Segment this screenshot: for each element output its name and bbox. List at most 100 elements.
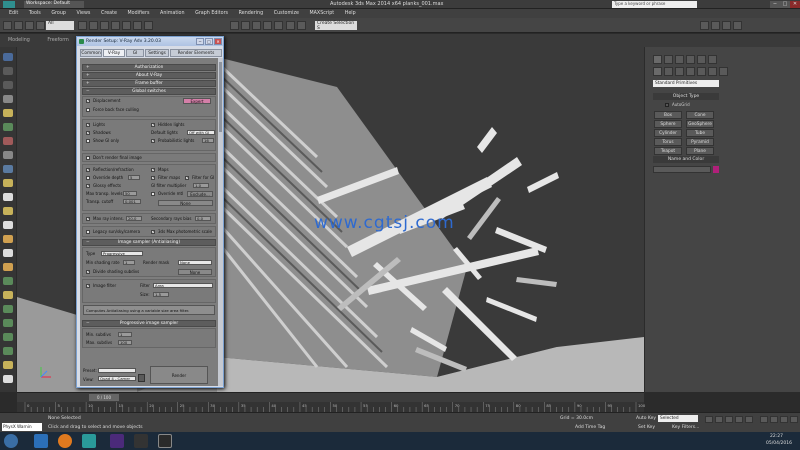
geosphere-button[interactable]: GeoSphere bbox=[686, 120, 714, 128]
go-to-end-icon[interactable] bbox=[745, 416, 753, 423]
menu-help[interactable]: Help bbox=[345, 9, 356, 18]
maximize-button[interactable]: □ bbox=[780, 1, 790, 8]
cylinder-button[interactable]: Cylinder bbox=[654, 129, 682, 137]
search-input[interactable]: Type a keyword or phrase bbox=[612, 1, 697, 8]
probabilistic-lights-checkbox[interactable]: ✓ bbox=[151, 139, 155, 143]
select-icon[interactable] bbox=[78, 21, 87, 30]
rect-select-icon[interactable] bbox=[100, 21, 109, 30]
tool-icon[interactable] bbox=[3, 151, 13, 159]
camtasia-icon[interactable] bbox=[134, 434, 148, 448]
max-ray-intens-spinner[interactable]: 20.0 bbox=[126, 216, 142, 221]
lock-icon[interactable] bbox=[138, 374, 145, 382]
app-icon[interactable] bbox=[3, 1, 15, 8]
render-mask-none-button[interactable]: None bbox=[178, 269, 212, 275]
image-filter-checkbox[interactable]: ✓ bbox=[86, 284, 90, 288]
angle-snap-icon[interactable] bbox=[241, 21, 250, 30]
lights-checkbox[interactable]: ✓ bbox=[86, 123, 90, 127]
default-lights-dropdown[interactable]: Off with GI bbox=[187, 130, 215, 135]
tool-icon[interactable] bbox=[3, 67, 13, 75]
secondary-rays-bias-spinner[interactable]: 0.0 bbox=[195, 216, 211, 221]
preset-dropdown[interactable] bbox=[98, 368, 136, 373]
tool-icon[interactable] bbox=[3, 291, 13, 299]
render-mask-dropdown[interactable]: None bbox=[178, 260, 212, 265]
dont-render-final-checkbox[interactable] bbox=[86, 156, 90, 160]
override-depth-checkbox[interactable] bbox=[86, 176, 90, 180]
tab-render-elements[interactable]: Render Elements bbox=[170, 49, 222, 57]
expert-button[interactable]: Expert bbox=[183, 98, 211, 104]
max-subdivs-spinner[interactable]: 100 bbox=[118, 340, 132, 345]
primitives-dropdown[interactable]: Standard Primitives bbox=[653, 80, 719, 87]
start-icon[interactable] bbox=[4, 434, 18, 448]
zoom-icon[interactable] bbox=[760, 416, 768, 423]
spacewarps-icon[interactable] bbox=[708, 67, 717, 76]
menu-modifiers[interactable]: Modifiers bbox=[128, 9, 150, 18]
tool-icon[interactable] bbox=[3, 137, 13, 145]
tool-icon[interactable] bbox=[3, 221, 13, 229]
filter-size-spinner[interactable]: 1.5 bbox=[153, 292, 169, 297]
tool-icon[interactable] bbox=[3, 333, 13, 341]
after-effects-icon[interactable] bbox=[110, 434, 124, 448]
teapot-button[interactable]: Teapot bbox=[654, 147, 682, 155]
time-slider[interactable]: 0 / 100 bbox=[17, 392, 644, 402]
view-dropdown[interactable]: Quad 4 - Camer bbox=[98, 376, 136, 381]
scale-icon[interactable] bbox=[144, 21, 153, 30]
tool-icon[interactable] bbox=[3, 235, 13, 243]
sphere-button[interactable]: Sphere bbox=[654, 120, 682, 128]
workspace-dropdown[interactable]: Workspace: Default bbox=[24, 1, 84, 8]
filter-type-dropdown[interactable]: Area bbox=[153, 283, 213, 288]
shadows-checkbox[interactable]: ✓ bbox=[86, 131, 90, 135]
filter-for-gi-checkbox[interactable]: ✓ bbox=[185, 176, 189, 180]
orbit-icon[interactable] bbox=[780, 416, 788, 423]
tab-vray[interactable]: V-Ray bbox=[103, 49, 125, 57]
tube-button[interactable]: Tube bbox=[686, 129, 714, 137]
display-tab-icon[interactable] bbox=[697, 55, 706, 64]
min-shading-rate-spinner[interactable]: 1 bbox=[123, 260, 135, 265]
autogrid-checkbox[interactable]: AutoGrid bbox=[665, 102, 705, 108]
dialog-scrollbar[interactable] bbox=[218, 58, 223, 386]
exclude-button[interactable]: Exclude... bbox=[187, 191, 213, 197]
object-name-input[interactable] bbox=[653, 166, 711, 173]
3dsmax-icon[interactable] bbox=[82, 434, 96, 448]
tool-icon[interactable] bbox=[3, 347, 13, 355]
create-tab-icon[interactable] bbox=[653, 55, 662, 64]
tab-common[interactable]: Common bbox=[80, 49, 102, 57]
geometry-icon[interactable] bbox=[653, 67, 662, 76]
dialog-close-button[interactable]: ✕ bbox=[214, 38, 222, 45]
render-setup-icon[interactable] bbox=[711, 21, 720, 30]
material-editor-icon[interactable] bbox=[700, 21, 709, 30]
tab-gi[interactable]: GI bbox=[126, 49, 144, 57]
snap-icon[interactable] bbox=[230, 21, 239, 30]
motion-tab-icon[interactable] bbox=[686, 55, 695, 64]
undo-icon[interactable] bbox=[3, 21, 12, 30]
ie-icon[interactable] bbox=[34, 434, 48, 448]
redo-icon[interactable] bbox=[14, 21, 23, 30]
named-selection-dropdown[interactable]: Create Selection S bbox=[315, 21, 357, 31]
close-button[interactable]: ✕ bbox=[790, 1, 800, 8]
menu-views[interactable]: Views bbox=[77, 9, 91, 18]
max-transp-levels-spinner[interactable]: 50 bbox=[123, 191, 137, 196]
add-time-tag[interactable]: Add Time Tag bbox=[575, 425, 605, 430]
spinner-snap-icon[interactable] bbox=[263, 21, 272, 30]
tool-icon[interactable] bbox=[3, 375, 13, 383]
rendered-frame-icon[interactable] bbox=[722, 21, 731, 30]
min-subdivs-spinner[interactable]: 1 bbox=[118, 332, 132, 337]
menu-group[interactable]: Group bbox=[51, 9, 66, 18]
rollout-frame-buffer[interactable]: + Frame buffer bbox=[82, 80, 216, 87]
cone-button[interactable]: Cone bbox=[686, 111, 714, 119]
menu-maxscript[interactable]: MAXScript bbox=[310, 9, 335, 18]
torus-button[interactable]: Torus bbox=[654, 138, 682, 146]
key-filters-button[interactable]: Key Filters... bbox=[672, 425, 699, 430]
maps-checkbox[interactable]: ✓ bbox=[151, 168, 155, 172]
rotate-icon[interactable] bbox=[133, 21, 142, 30]
override-mtl-none-button[interactable]: None bbox=[158, 200, 213, 206]
window-crossing-icon[interactable] bbox=[111, 21, 120, 30]
plane-button[interactable]: Plane bbox=[686, 147, 714, 155]
legacy-sun-checkbox[interactable] bbox=[86, 230, 90, 234]
dialog-title-bar[interactable]: Render Setup: V-Ray Adv 3.20.03 − □ ✕ bbox=[77, 37, 223, 46]
maximize-viewport-icon[interactable] bbox=[790, 416, 798, 423]
minimize-button[interactable]: − bbox=[770, 1, 780, 8]
divide-shading-checkbox[interactable]: ✓ bbox=[86, 270, 90, 274]
rollout-global-switches[interactable]: − Global switches bbox=[82, 88, 216, 95]
render-button[interactable]: Render bbox=[150, 366, 208, 384]
scrollbar-thumb[interactable] bbox=[219, 62, 222, 132]
